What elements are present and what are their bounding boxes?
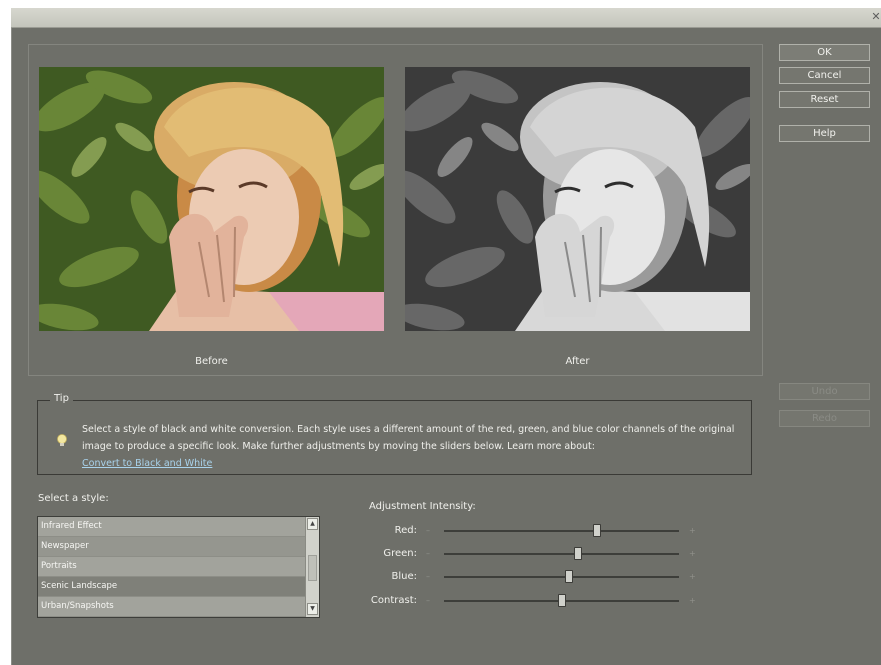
slider-thumb[interactable] (557, 594, 566, 607)
scroll-up-icon[interactable]: ▲ (307, 518, 318, 530)
tip-legend: Tip (50, 393, 73, 404)
slider-row: Red: – + (362, 523, 702, 539)
title-bar: ✕ (11, 8, 881, 28)
convert-link[interactable]: Convert to Black and White (82, 458, 212, 469)
slider-track[interactable] (444, 576, 679, 578)
slider-thumb[interactable] (592, 524, 601, 537)
slider-track[interactable] (444, 530, 679, 532)
slider-label: Blue: (391, 571, 418, 582)
slider-label: Green: (383, 548, 417, 559)
tip-text: Select a style of black and white conver… (82, 421, 742, 472)
slider-row: Green: – + (362, 546, 702, 562)
style-item[interactable]: Portraits (38, 557, 306, 577)
undo-button[interactable]: Undo (779, 383, 870, 400)
help-button[interactable]: Help (779, 125, 870, 142)
slider-label: Red: (394, 525, 417, 536)
style-items: Infrared Effect Newspaper Portraits Scenic … (38, 517, 306, 617)
convert-to-black-and-white-dialog: Before After OK Cancel Reset Help Undo R… (11, 28, 881, 665)
tip-body: Select a style of black and white conver… (82, 424, 735, 452)
style-scrollbar[interactable]: ▲ ▼ (305, 517, 319, 617)
style-item[interactable]: Urban/Snapshots (38, 597, 306, 617)
tip-box: Tip Select a style of black and white co… (37, 393, 752, 475)
slider-thumb[interactable] (573, 547, 582, 560)
style-item[interactable]: Newspaper (38, 537, 306, 557)
adjustment-intensity-label: Adjustment Intensity: (369, 501, 476, 512)
plus-icon: + (689, 596, 696, 605)
slider-thumb[interactable] (564, 570, 573, 583)
style-item[interactable]: Scenic Landscape (38, 577, 306, 597)
redo-button[interactable]: Redo (779, 410, 870, 427)
style-item[interactable]: Infrared Effect (38, 517, 306, 537)
slider-label: Contrast: (370, 595, 417, 606)
after-image (405, 67, 750, 331)
close-icon[interactable]: ✕ (871, 10, 881, 23)
after-caption: After (565, 356, 590, 367)
ok-button[interactable]: OK (779, 44, 870, 61)
plus-icon: + (689, 572, 696, 581)
slider-track[interactable] (444, 553, 679, 555)
minus-icon: – (426, 596, 430, 605)
preview-panel: Before After (28, 44, 763, 376)
style-label: Select a style: (38, 493, 109, 504)
minus-icon: – (426, 549, 430, 558)
minus-icon: – (426, 572, 430, 581)
plus-icon: + (689, 526, 696, 535)
style-listbox[interactable]: Infrared Effect Newspaper Portraits Scenic … (37, 516, 320, 618)
before-caption: Before (195, 356, 228, 367)
slider-row: Blue: – + (362, 569, 702, 585)
plus-icon: + (689, 549, 696, 558)
scroll-thumb[interactable] (308, 555, 317, 581)
before-image (39, 67, 384, 331)
cancel-button[interactable]: Cancel (779, 67, 870, 84)
reset-button[interactable]: Reset (779, 91, 870, 108)
minus-icon: – (426, 526, 430, 535)
slider-row: Contrast: – + (362, 593, 702, 609)
lightbulb-icon (57, 434, 67, 446)
scroll-down-icon[interactable]: ▼ (307, 603, 318, 615)
